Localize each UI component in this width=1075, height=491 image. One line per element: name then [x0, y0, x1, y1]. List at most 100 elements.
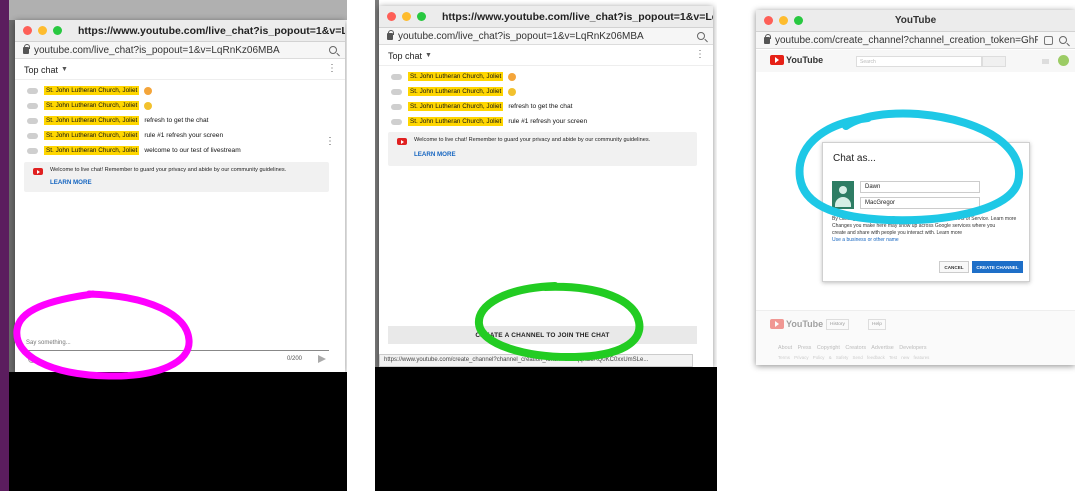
footer-youtube-logo[interactable]: YouTube — [770, 319, 823, 329]
author-name[interactable]: St. John Lutheran Church, Joliet — [44, 131, 140, 140]
address-text[interactable]: youtube.com/live_chat?is_popout=1&v=LqRn… — [34, 45, 323, 56]
avatar[interactable] — [27, 102, 38, 109]
maximize-icon[interactable] — [417, 12, 426, 21]
terms-line: Changes you make here may show up across… — [832, 223, 996, 229]
list-item: St. John Lutheran Church, Joliet — [379, 69, 713, 84]
extension-icon[interactable] — [1044, 35, 1053, 45]
close-icon[interactable] — [23, 26, 32, 35]
terms-line: By clicking "Create channel", you agree … — [832, 216, 1017, 222]
youtube-logo[interactable]: YouTube — [770, 55, 823, 65]
author-name[interactable]: St. John Lutheran Church, Joliet — [408, 72, 504, 81]
emoji-icon[interactable] — [28, 355, 36, 363]
emoji-icon — [144, 101, 153, 110]
close-icon[interactable] — [387, 12, 396, 21]
create-channel-button[interactable]: CREATE CHANNEL — [972, 261, 1023, 273]
avatar[interactable] — [1058, 55, 1069, 66]
search-icon[interactable] — [329, 46, 337, 54]
author-name[interactable]: St. John Lutheran Church, Joliet — [44, 116, 140, 125]
list-item: St. John Lutheran Church, Joliet rule #1 … — [379, 114, 713, 129]
avatar[interactable] — [391, 88, 402, 95]
address-bar[interactable]: youtube.com/live_chat?is_popout=1&v=LqRn… — [15, 42, 345, 59]
message-text: refresh to get the chat — [508, 103, 573, 110]
avatar[interactable] — [391, 103, 402, 110]
terms-line: create and share with people you interac… — [832, 230, 963, 236]
avatar[interactable] — [391, 73, 402, 80]
list-item: St. John Lutheran Church, Joliet welcome … — [15, 143, 345, 158]
footer-links-secondary[interactable]: Terms Privacy Policy & Safety Send feedb… — [778, 355, 929, 360]
dialog-title: Chat as... — [833, 153, 876, 164]
author-name[interactable]: St. John Lutheran Church, Joliet — [44, 86, 140, 95]
avatar[interactable] — [27, 87, 38, 94]
maximize-icon[interactable] — [53, 26, 62, 35]
address-text[interactable]: youtube.com/live_chat?is_popout=1&v=LqRn… — [398, 31, 691, 42]
profile-avatar-icon — [832, 181, 854, 209]
say-something-input[interactable]: Say something... — [24, 337, 329, 351]
screenshot-root: https://www.youtube.com/live_chat?is_pop… — [0, 0, 1075, 491]
address-bar[interactable]: youtube.com/live_chat?is_popout=1&v=LqRn… — [379, 28, 713, 45]
address-bar[interactable]: youtube.com/create_channel?channel_creat… — [756, 32, 1075, 49]
author-name[interactable]: St. John Lutheran Church, Joliet — [44, 101, 140, 110]
desktop-edge — [0, 0, 9, 491]
chevron-down-icon[interactable]: ▼ — [61, 66, 68, 73]
minimize-icon[interactable] — [402, 12, 411, 21]
search-button[interactable] — [982, 56, 1006, 67]
youtube-logo-text: YouTube — [786, 55, 824, 65]
lock-icon — [23, 43, 30, 54]
search-icon[interactable] — [697, 32, 705, 40]
avatar[interactable] — [27, 132, 38, 139]
minimize-icon[interactable] — [38, 26, 47, 35]
search-input[interactable]: Search — [856, 56, 982, 67]
cancel-button[interactable]: CANCEL — [939, 261, 969, 273]
author-name[interactable]: St. John Lutheran Church, Joliet — [44, 146, 140, 155]
create-channel-button[interactable]: CREATE A CHANNEL TO JOIN THE CHAT — [388, 326, 697, 344]
lock-icon — [764, 33, 771, 44]
panel-create-channel-prompt: https://www.youtube.com/live_chat?is_pop… — [375, 0, 717, 491]
learn-more-link[interactable]: LEARN MORE — [414, 151, 456, 158]
send-icon[interactable] — [318, 355, 326, 363]
learn-more-link[interactable]: LEARN MORE — [50, 179, 92, 186]
author-name[interactable]: St. John Lutheran Church, Joliet — [408, 102, 504, 111]
footer-links[interactable]: About Press Copyright Creators Advertise… — [778, 345, 927, 351]
welcome-text: Welcome to live chat! Remember to guard … — [414, 137, 651, 143]
chat-popout-window: https://www.youtube.com/live_chat?is_pop… — [379, 6, 713, 367]
youtube-icon — [33, 168, 43, 175]
youtube-logo-icon — [770, 55, 784, 65]
author-name[interactable]: St. John Lutheran Church, Joliet — [408, 87, 504, 96]
message-text: rule #1 refresh your screen — [144, 132, 224, 139]
avatar[interactable] — [27, 147, 38, 154]
message-menu-icon[interactable]: ⋮ — [325, 136, 335, 147]
list-item: St. John Lutheran Church, Joliet — [379, 84, 713, 99]
message-text: refresh to get the chat — [144, 117, 209, 124]
title-bar: https://www.youtube.com/live_chat?is_pop… — [15, 20, 345, 42]
background-window — [9, 0, 347, 20]
upload-icon[interactable] — [1042, 59, 1049, 64]
author-name[interactable]: St. John Lutheran Church, Joliet — [408, 117, 504, 126]
emoji-icon — [144, 86, 153, 95]
first-name-field[interactable]: Dawn — [860, 181, 980, 193]
window-title: YouTube — [894, 15, 937, 26]
window-controls — [387, 12, 426, 21]
last-name-field[interactable]: MacGregor — [860, 197, 980, 209]
chevron-down-icon[interactable]: ▼ — [425, 52, 432, 59]
search-icon[interactable] — [1059, 36, 1067, 44]
address-text[interactable]: youtube.com/create_channel?channel_creat… — [775, 35, 1038, 46]
use-business-name-link[interactable]: Use a business or other name — [832, 237, 1028, 244]
title-bar: https://www.youtube.com/live_chat?is_pop… — [379, 6, 713, 28]
welcome-banner: Welcome to live chat! Remember to guard … — [388, 132, 697, 166]
youtube-logo-icon — [770, 319, 784, 329]
list-item: St. John Lutheran Church, Joliet — [15, 98, 345, 113]
help-button[interactable]: Help — [868, 319, 886, 330]
list-item: St. John Lutheran Church, Joliet rule #1 … — [15, 128, 345, 143]
title-bar: YouTube — [756, 10, 1075, 32]
chat-mode-dropdown[interactable]: Top chat — [24, 65, 58, 75]
terms-text: By clicking "Create channel", you agree … — [832, 216, 1028, 244]
window-title: https://www.youtube.com/live_chat?is_pop… — [442, 10, 713, 23]
history-button[interactable]: History — [826, 319, 849, 330]
avatar[interactable] — [27, 117, 38, 124]
more-icon[interactable]: ⋮ — [327, 64, 337, 74]
youtube-icon — [397, 138, 407, 145]
more-icon[interactable]: ⋮ — [695, 50, 705, 60]
welcome-banner: Welcome to live chat! Remember to guard … — [24, 162, 329, 192]
chat-mode-dropdown[interactable]: Top chat — [388, 51, 422, 61]
avatar[interactable] — [391, 118, 402, 125]
